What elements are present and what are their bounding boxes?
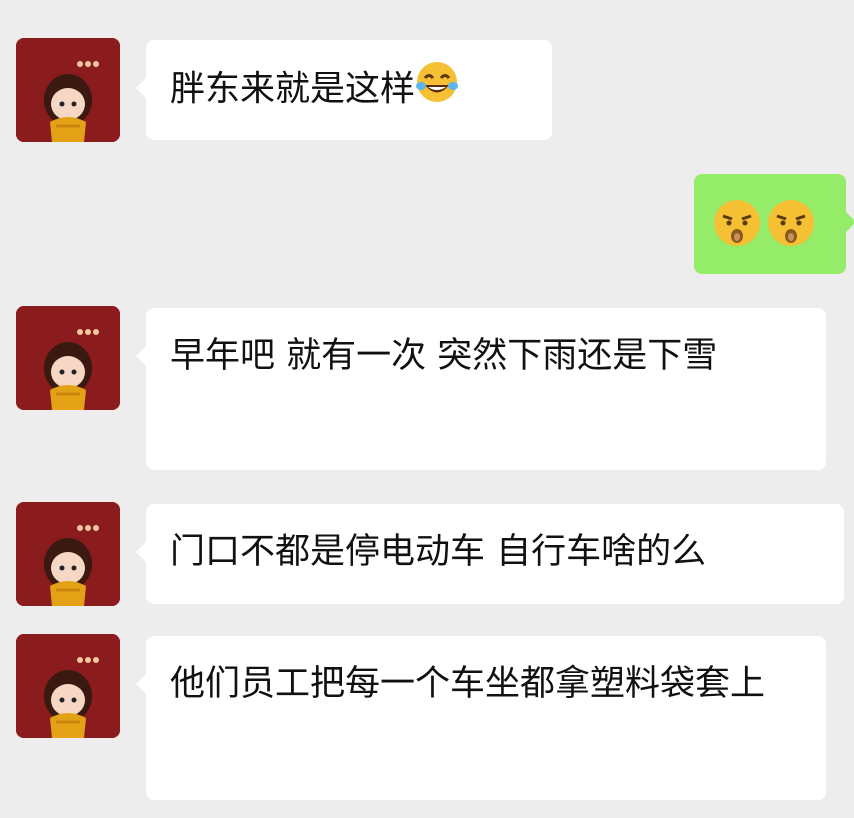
message-bubble[interactable]: 门口不都是停电动车 自行车啥的么 (136, 504, 844, 604)
avatar-cartoon-girl-icon (16, 306, 120, 410)
laughing-tears-icon (415, 60, 459, 121)
message-bubble[interactable]: 胖东来就是这样 (136, 40, 552, 140)
avatar-cartoon-girl-icon (16, 502, 120, 606)
message-text: 早年吧 就有一次 突然下雨还是下雪 (170, 336, 718, 376)
avatar[interactable] (16, 502, 120, 606)
message-text: 胖东来就是这样 (170, 69, 416, 110)
message-bubble[interactable]: 他们员工把每一个车坐都拿塑料袋套上 (136, 636, 826, 800)
message-text: 门口不都是停电动车 自行车啥的么 (170, 532, 707, 572)
smirk-face-icon (712, 198, 762, 265)
avatar[interactable] (16, 38, 120, 142)
avatar-cartoon-girl-icon (16, 38, 120, 142)
smirk-face-icon (766, 198, 816, 265)
avatar[interactable] (16, 306, 120, 410)
message-bubble-self[interactable] (694, 174, 854, 274)
message-text: 他们员工把每一个车坐都拿塑料袋套上 (170, 664, 766, 704)
message-bubble[interactable]: 早年吧 就有一次 突然下雨还是下雪 (136, 308, 826, 470)
avatar-cartoon-girl-icon (16, 634, 120, 738)
avatar[interactable] (16, 634, 120, 738)
